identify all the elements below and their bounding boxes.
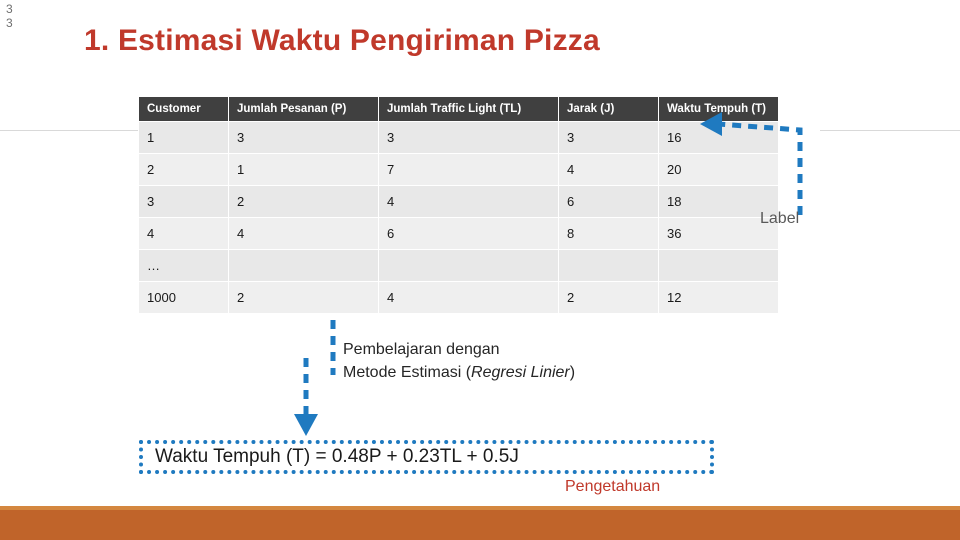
table-row: 1000 2 4 2 12 (138, 281, 779, 314)
table-cell: 7 (378, 153, 559, 186)
table-cell: 2 (228, 185, 379, 218)
learning-line-2-italic: Regresi Linier (471, 364, 570, 381)
table-cell: 6 (378, 217, 559, 250)
slide-number-line-1: 3 (6, 2, 14, 16)
table-header-cell: Jarak (J) (558, 96, 659, 122)
table-cell (658, 249, 779, 282)
table-cell (378, 249, 559, 282)
formula-arrow-icon (294, 358, 318, 436)
divider-left (0, 130, 140, 131)
learning-method-text: Pembelajaran dengan Metode Estimasi (Reg… (343, 338, 575, 384)
learning-line-2-post: ) (569, 364, 576, 381)
formula-box: Waktu Tempuh (T) = 0.48P + 0.23TL + 0.5J (139, 440, 714, 474)
table-cell: 4 (138, 217, 229, 250)
table-header-cell: Jumlah Traffic Light (TL) (378, 96, 559, 122)
table-cell: 2 (138, 153, 229, 186)
bottom-bar (0, 506, 960, 540)
learning-line-1: Pembelajaran dengan (343, 341, 500, 358)
table-cell: 1 (138, 121, 229, 154)
learning-line-2-pre: Metode Estimasi ( (343, 364, 472, 381)
table-cell: 3 (138, 185, 229, 218)
label-annotation: Label (760, 210, 800, 227)
table-header-cell: Jumlah Pesanan (P) (228, 96, 379, 122)
learning-line-2: Metode Estimasi (Regresi Linier) (343, 361, 575, 384)
table-cell: 4 (228, 217, 379, 250)
table-row: 1 3 3 3 16 (138, 121, 779, 154)
table-cell: 16 (658, 121, 779, 154)
bottom-bar-highlight (0, 506, 960, 510)
table-cell: 8 (558, 217, 659, 250)
table-cell: 2 (558, 281, 659, 314)
table-row: 2 1 7 4 20 (138, 153, 779, 186)
slide-number-line-2: 3 (6, 16, 14, 30)
table-cell: 3 (378, 121, 559, 154)
table-cell: 3 (558, 121, 659, 154)
table-cell: 1000 (138, 281, 229, 314)
table-cell (558, 249, 659, 282)
table-row: 3 2 4 6 18 (138, 185, 779, 218)
table-cell: 6 (558, 185, 659, 218)
table-cell: 4 (378, 185, 559, 218)
table-row-ellipsis: … (138, 249, 779, 282)
table-cell: 20 (658, 153, 779, 186)
table-cell: 4 (558, 153, 659, 186)
slide-number: 3 3 (6, 2, 13, 30)
table-cell: … (138, 249, 229, 282)
page-title: 1. Estimasi Waktu Pengiriman Pizza (84, 24, 600, 57)
table-row: 4 4 6 8 36 (138, 217, 779, 250)
table-cell (228, 249, 379, 282)
table-header-cell: Customer (138, 96, 229, 122)
table-cell: 2 (228, 281, 379, 314)
knowledge-label: Pengetahuan (565, 478, 661, 495)
estimation-table: Customer Jumlah Pesanan (P) Jumlah Traff… (138, 96, 779, 314)
table-cell: 4 (378, 281, 559, 314)
table-header-cell: Waktu Tempuh (T) (658, 96, 779, 122)
table-cell: 12 (658, 281, 779, 314)
table-header-row: Customer Jumlah Pesanan (P) Jumlah Traff… (138, 96, 779, 122)
formula-text: Waktu Tempuh (T) = 0.48P + 0.23TL + 0.5J (155, 446, 519, 467)
divider-right (820, 130, 960, 131)
table-cell: 1 (228, 153, 379, 186)
table-cell: 3 (228, 121, 379, 154)
